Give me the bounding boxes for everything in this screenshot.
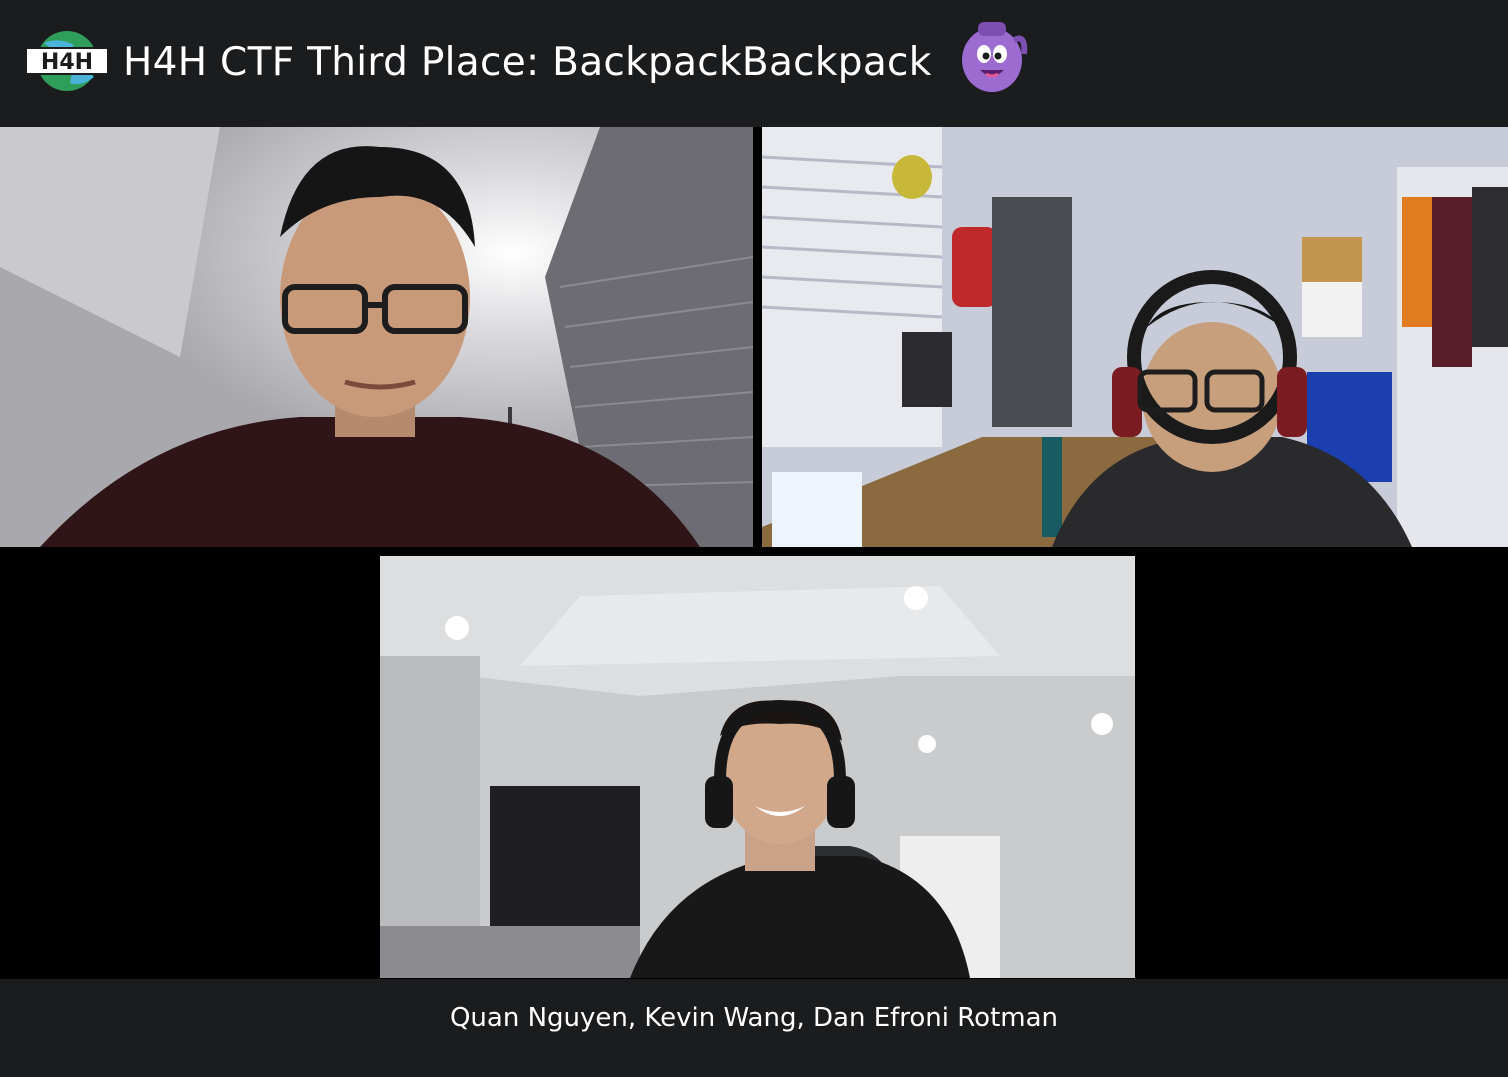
person-with-headset-video-feed-icon <box>762 127 1508 547</box>
footer-bar: Quan Nguyen, Kevin Wang, Dan Efroni Rotm… <box>0 979 1508 1077</box>
person-with-headset-video-feed-icon <box>380 556 1135 978</box>
video-tile-1[interactable] <box>0 127 753 547</box>
video-tile-2[interactable] <box>762 127 1508 547</box>
participant-names: Quan Nguyen, Kevin Wang, Dan Efroni Rotm… <box>449 1003 1059 1033</box>
logo-text: H4H <box>41 50 93 75</box>
backpack-mascot-icon <box>956 18 1028 94</box>
h4h-logo-icon: H4H <box>24 29 110 93</box>
person-video-feed-icon <box>0 127 753 547</box>
page-title: H4H CTF Third Place: BackpackBackpack <box>123 40 932 85</box>
video-tile-3[interactable] <box>380 556 1135 978</box>
header-bar: H4H H4H CTF Third Place: BackpackBackpac… <box>0 0 1508 127</box>
